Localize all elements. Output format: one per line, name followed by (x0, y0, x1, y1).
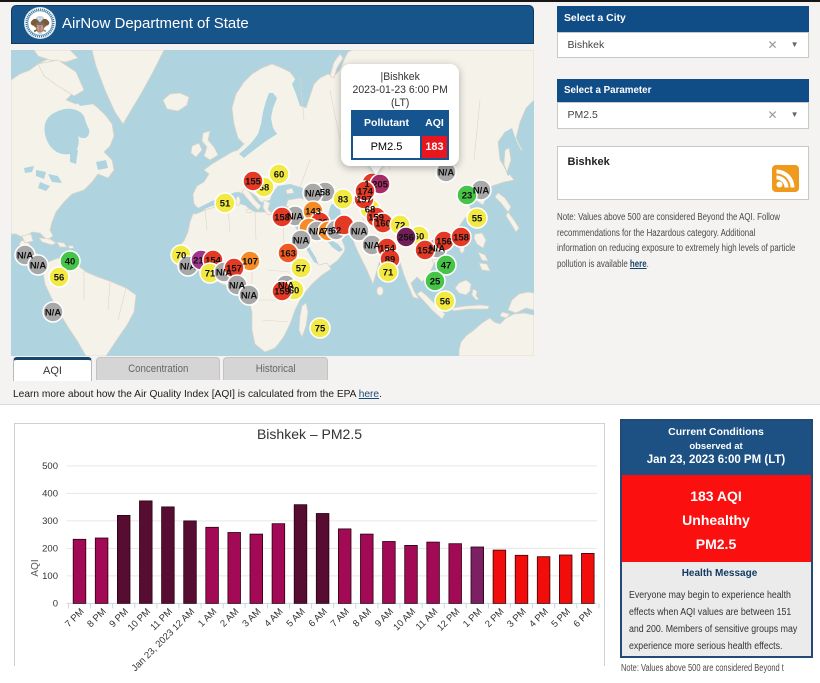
svg-text:N/A: N/A (293, 235, 310, 246)
svg-text:N/A: N/A (351, 226, 368, 237)
svg-text:60: 60 (289, 285, 300, 296)
svg-text:10 PM: 10 PM (126, 606, 153, 633)
svg-text:56: 56 (440, 296, 451, 307)
svg-text:7 AM: 7 AM (329, 606, 352, 629)
svg-text:1 AM: 1 AM (196, 606, 219, 629)
svg-text:300: 300 (42, 516, 58, 527)
svg-text:60: 60 (274, 169, 285, 180)
svg-text:62: 62 (331, 225, 342, 236)
svg-text:8 AM: 8 AM (351, 606, 374, 629)
svg-text:3 PM: 3 PM (505, 606, 529, 630)
svg-text:25: 25 (430, 276, 441, 287)
svg-text:75: 75 (315, 323, 326, 334)
svg-text:83: 83 (338, 194, 349, 205)
svg-text:400: 400 (42, 489, 58, 500)
svg-text:5 AM: 5 AM (285, 606, 308, 629)
svg-text:40: 40 (65, 256, 76, 267)
svg-text:N/A: N/A (438, 167, 455, 178)
svg-text:58: 58 (320, 187, 331, 198)
svg-text:157: 157 (226, 263, 242, 274)
svg-text:N/A: N/A (473, 185, 490, 196)
svg-text:158: 158 (453, 232, 469, 243)
svg-text:N/A: N/A (305, 188, 322, 199)
svg-text:154: 154 (379, 243, 396, 254)
svg-text:160: 160 (375, 218, 391, 229)
svg-text:256: 256 (398, 232, 414, 243)
svg-text:7 PM: 7 PM (63, 606, 87, 630)
svg-text:158: 158 (274, 212, 290, 223)
svg-text:56: 56 (54, 272, 65, 283)
svg-text:155: 155 (245, 176, 262, 187)
svg-text:163: 163 (280, 248, 296, 259)
svg-text:55: 55 (472, 213, 483, 224)
svg-text:2 AM: 2 AM (218, 606, 241, 629)
svg-text:23: 23 (462, 190, 473, 201)
svg-text:1 PM: 1 PM (461, 606, 485, 630)
svg-text:1: 1 (364, 179, 370, 190)
svg-text:2 PM: 2 PM (483, 606, 507, 630)
svg-text:71: 71 (383, 267, 394, 278)
svg-text:8 PM: 8 PM (85, 606, 109, 630)
svg-text:N/A: N/A (241, 290, 258, 301)
svg-text:AQI: AQI (30, 559, 41, 576)
svg-text:3 AM: 3 AM (240, 606, 263, 629)
svg-text:4 PM: 4 PM (527, 606, 551, 630)
svg-text:N/A: N/A (30, 260, 47, 271)
svg-text:57: 57 (296, 263, 307, 274)
svg-text:100: 100 (42, 571, 58, 582)
svg-text:5 PM: 5 PM (549, 606, 573, 630)
svg-text:107: 107 (242, 256, 258, 267)
svg-text:11 AM: 11 AM (414, 606, 440, 632)
svg-text:47: 47 (441, 260, 452, 271)
svg-text:70: 70 (176, 250, 187, 261)
svg-text:500: 500 (42, 461, 58, 472)
svg-text:71: 71 (205, 268, 216, 279)
svg-text:156: 156 (436, 236, 452, 247)
svg-text:159: 159 (274, 286, 290, 297)
svg-text:N/A: N/A (364, 240, 381, 251)
svg-text:51: 51 (220, 198, 231, 209)
svg-text:6 AM: 6 AM (307, 606, 330, 629)
svg-text:N/A: N/A (45, 307, 62, 318)
svg-text:200: 200 (42, 544, 58, 555)
svg-text:152: 152 (417, 245, 433, 256)
svg-text:143: 143 (305, 206, 321, 217)
svg-text:6 PM: 6 PM (571, 606, 595, 630)
svg-text:4 AM: 4 AM (262, 606, 285, 629)
svg-text:10 AM: 10 AM (391, 606, 418, 633)
svg-text:12 PM: 12 PM (435, 606, 462, 633)
svg-text:0: 0 (53, 599, 58, 610)
